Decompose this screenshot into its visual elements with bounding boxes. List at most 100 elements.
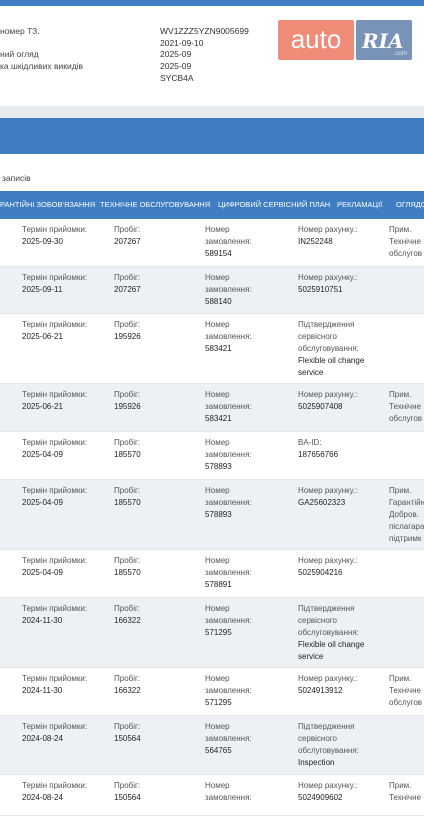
cell-value: IN252248 bbox=[298, 237, 333, 246]
cell-label: замовлення: bbox=[205, 285, 252, 294]
cell-value: 589154 bbox=[205, 249, 232, 258]
cell-label: сервісного bbox=[298, 332, 337, 341]
table-row: Термін прийомки: 2025-06-21 Пробіг: 195926 Н… bbox=[0, 314, 424, 384]
cell-value: 2025-04-09 bbox=[22, 450, 63, 459]
table-row: Термін прийомки: 2025-09-11 Пробіг: 207267 Н… bbox=[0, 267, 424, 314]
cell-label: Підтвердження bbox=[298, 320, 355, 329]
table-row: Термін прийомки: 2025-04-09 Пробіг: 185570 Н… bbox=[0, 550, 424, 598]
table-cell: Пробіг: 195926 bbox=[114, 319, 141, 343]
tab-inspections[interactable]: ОГЛЯДО bbox=[396, 191, 424, 219]
table-row: Термін прийомки: 2025-04-09 Пробіг: 185570 Н… bbox=[0, 432, 424, 480]
cell-value: 195926 bbox=[114, 402, 141, 411]
cell-value: 5025904216 bbox=[298, 568, 343, 577]
cell-label: Пробіг: bbox=[114, 486, 141, 495]
table-cell: Пробіг: 207267 bbox=[114, 224, 141, 248]
table-row: Термін прийомки: 2024-08-24 Пробіг: 150564 Н… bbox=[0, 775, 424, 816]
logo-ria-text: RIA bbox=[362, 29, 404, 53]
cell-value: 5024909602 bbox=[298, 793, 343, 802]
table-cell: Номер замовлення: 571295 bbox=[205, 603, 252, 639]
cell-label: Номер bbox=[205, 486, 230, 495]
table-cell: Номер замовлення: 578893 bbox=[205, 485, 252, 521]
table-cell: Номер замовлення: 589154 bbox=[205, 224, 252, 260]
table-row: Термін прийомки: 2024-11-30 Пробіг: 166322 Н… bbox=[0, 668, 424, 716]
cell-value: 185570 bbox=[114, 450, 141, 459]
cell-value: 166322 bbox=[114, 616, 141, 625]
cell-label: Добров. bbox=[389, 510, 419, 519]
cell-label: Номер bbox=[205, 674, 230, 683]
table-cell: Номер замовлення: 578891 bbox=[205, 555, 252, 591]
table-cell: Термін прийомки: 2024-11-30 bbox=[22, 603, 87, 627]
table-cell: Термін прийомки: 2025-06-21 bbox=[22, 319, 87, 343]
section-header-bar bbox=[0, 118, 424, 154]
table-cell: Номер рахунку.: 5024909602 bbox=[298, 780, 357, 804]
cell-label: замовлення: bbox=[205, 332, 252, 341]
cell-value: Inspection bbox=[298, 758, 335, 767]
table-cell: Прим. Гарантійн Добров. післагара підтримк bbox=[389, 485, 424, 545]
records-label: записів bbox=[2, 173, 31, 183]
records-filter[interactable]: записів bbox=[0, 165, 424, 192]
cell-label: замовлення: bbox=[205, 734, 252, 743]
cell-label: Пробіг: bbox=[114, 390, 141, 399]
tab-warranty[interactable]: РАНТІЙНІ ЗОБОВ'ЯЗАННЯ bbox=[0, 191, 95, 219]
cell-value: 578891 bbox=[205, 580, 232, 589]
cell-label: Номер рахунку.: bbox=[298, 390, 358, 399]
cell-label: обслугов bbox=[389, 249, 423, 258]
table-cell: Пробіг: 166322 bbox=[114, 603, 141, 627]
cell-value: 2025-09-30 bbox=[22, 237, 63, 246]
cell-label: Термін прийомки: bbox=[22, 320, 88, 329]
cell-value: 150564 bbox=[114, 793, 141, 802]
tab-claims[interactable]: РЕКЛАМАЦІЇ bbox=[337, 191, 382, 219]
cell-label: Підтвердження bbox=[298, 604, 355, 613]
cell-value: 578893 bbox=[205, 462, 232, 471]
table-cell: Номер замовлення: bbox=[205, 780, 252, 804]
table-cell: Термін прийомки: 2025-04-09 bbox=[22, 485, 87, 509]
cell-value: 583421 bbox=[205, 344, 232, 353]
cell-label: Пробіг: bbox=[114, 225, 141, 234]
cell-value: 2025-06-21 bbox=[22, 332, 63, 341]
cell-value: 571295 bbox=[205, 698, 232, 707]
cell-value: 2025-09-11 bbox=[22, 285, 63, 294]
cell-label: Термін прийомки: bbox=[22, 674, 88, 683]
table-cell: Пробіг: 185570 bbox=[114, 485, 141, 509]
vehicle-info-panel: номер ТЗ. ний огляд ка шкідливих викидів… bbox=[0, 6, 424, 106]
cell-label: обслуговування: bbox=[298, 344, 359, 353]
cell-label: Термін прийомки: bbox=[22, 486, 88, 495]
table-cell: Номер замовлення: 588140 bbox=[205, 272, 252, 308]
cell-value: 588140 bbox=[205, 297, 232, 306]
logo-ria-part: RIA .com bbox=[356, 20, 412, 60]
cell-label: Гарантійн bbox=[389, 498, 424, 507]
table-cell: Пробіг: 185570 bbox=[114, 437, 141, 461]
cell-label: Термін прийомки: bbox=[22, 225, 88, 234]
cell-value: 166322 bbox=[114, 686, 141, 695]
cell-value: 571295 bbox=[205, 628, 232, 637]
cell-value: 2025-04-09 bbox=[22, 498, 63, 507]
tab-digital-service-plan[interactable]: ЦИФРОВИЙ СЕРВІСНИЙ ПЛАН bbox=[218, 191, 330, 219]
cell-label: сервісного bbox=[298, 616, 337, 625]
table-cell: Номер рахунку.: 5025904216 bbox=[298, 555, 357, 579]
vin-value: WV1ZZZ5YZN9005699 bbox=[160, 26, 249, 36]
cell-value: 564765 bbox=[205, 746, 232, 755]
table-cell: Пробіг: 166322 bbox=[114, 673, 141, 697]
table-cell: Термін прийомки: 2024-08-24 bbox=[22, 780, 87, 804]
table-cell: Підтвердження сервісного обслуговування: Fl… bbox=[298, 319, 364, 379]
tab-maintenance[interactable]: ТЕХНІЧНЕ ОБСЛУГОВУВАННЯ bbox=[100, 191, 210, 219]
cell-label: замовлення: bbox=[205, 616, 252, 625]
table-cell: Прим. Технічне обслугов bbox=[389, 224, 422, 260]
table-row: Термін прийомки: 2025-06-21 Пробіг: 195926 Н… bbox=[0, 384, 424, 432]
cell-value: 2025-04-09 bbox=[22, 568, 63, 577]
cell-value: 2024-11-30 bbox=[22, 686, 63, 695]
cell-label: Термін прийомки: bbox=[22, 722, 88, 731]
table-cell: Термін прийомки: 2025-09-11 bbox=[22, 272, 87, 296]
cell-label: Номер bbox=[205, 320, 230, 329]
registration-date-value: 2021-09-10 bbox=[160, 38, 204, 48]
cell-label: Номер bbox=[205, 556, 230, 565]
cell-label: Пробіг: bbox=[114, 320, 141, 329]
cell-label: підтримк bbox=[389, 534, 422, 543]
cell-value: Flexible oil change bbox=[298, 356, 365, 365]
table-cell: Прим. Технічне bbox=[389, 780, 421, 804]
cell-value: service bbox=[298, 652, 324, 661]
cell-value: 583421 bbox=[205, 414, 232, 423]
cell-label: Номер рахунку.: bbox=[298, 225, 358, 234]
inspection-value: 2025-09 bbox=[160, 49, 192, 59]
cell-value: 2024-11-30 bbox=[22, 616, 63, 625]
